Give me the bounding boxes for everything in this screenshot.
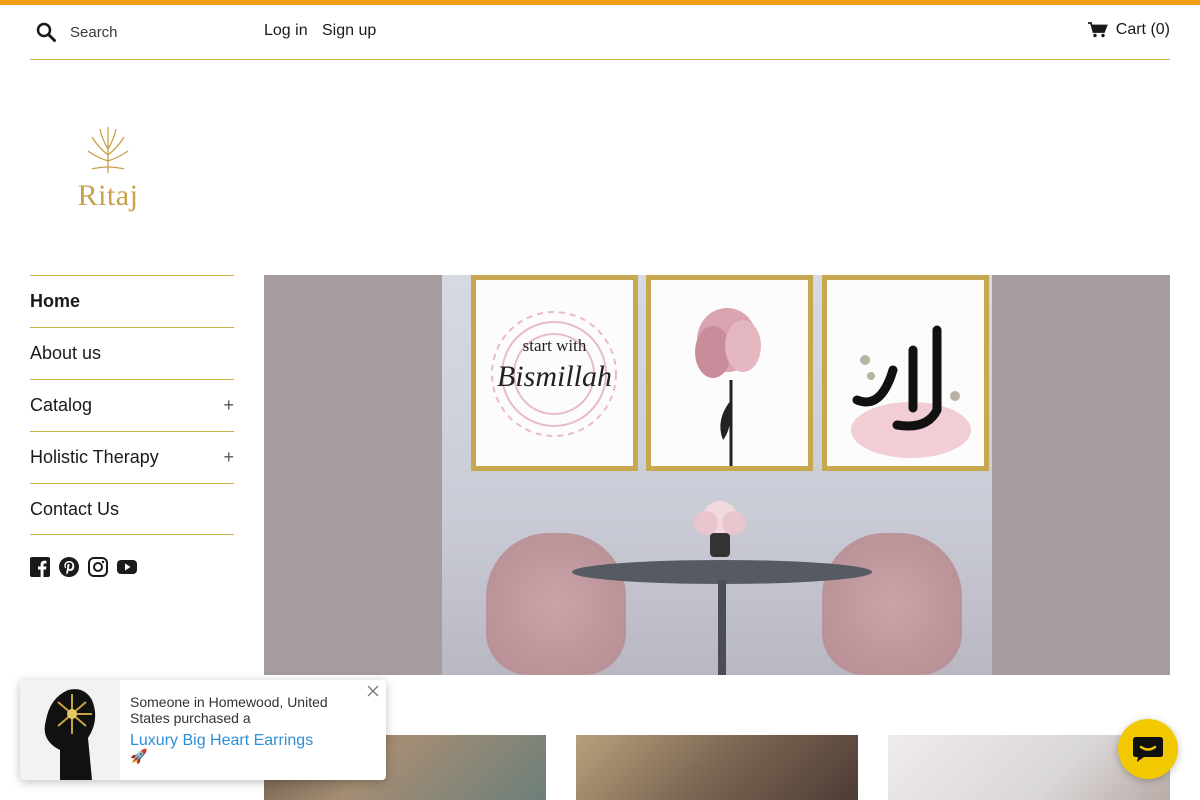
- social-links: [30, 557, 137, 577]
- wall-art-frame: [822, 275, 989, 471]
- pinterest-icon[interactable]: [59, 557, 79, 577]
- sidebar-item-catalog[interactable]: Catalog +: [30, 379, 234, 431]
- sidebar-item-label: Holistic Therapy: [30, 447, 159, 467]
- cart-label: Cart (0): [1115, 21, 1170, 38]
- search-input[interactable]: [70, 19, 250, 45]
- cart-link[interactable]: Cart (0): [1087, 21, 1170, 39]
- wall-art-frame: [646, 275, 813, 471]
- popup-product-link[interactable]: Luxury Big Heart Earrings: [130, 732, 313, 750]
- close-icon[interactable]: [366, 684, 380, 698]
- sidebar-item-contact-us[interactable]: Contact Us: [30, 483, 234, 535]
- popup-message: Someone in Homewood, United States purch…: [130, 694, 328, 726]
- wall-art-frame: start with Bismillah: [471, 275, 638, 471]
- instagram-icon[interactable]: [88, 557, 108, 577]
- tree-icon: [87, 127, 129, 173]
- flower-icon: [695, 308, 761, 466]
- youtube-icon[interactable]: [117, 557, 137, 577]
- sidebar-item-home[interactable]: Home: [30, 275, 234, 327]
- sidebar-item-about-us[interactable]: About us: [30, 327, 234, 379]
- sidebar-item-label: Home: [30, 291, 81, 311]
- chat-button[interactable]: [1118, 719, 1178, 779]
- expand-icon[interactable]: +: [223, 395, 234, 416]
- art-caption: start with: [522, 336, 587, 355]
- cart-icon: [1087, 22, 1108, 38]
- hero-banner[interactable]: start with Bismillah: [264, 275, 1170, 675]
- flowers-icon: [694, 501, 746, 557]
- product-card-image[interactable]: [576, 735, 858, 800]
- login-link[interactable]: Log in: [264, 22, 308, 40]
- sales-notification-popup[interactable]: Someone in Homewood, United States purch…: [20, 680, 386, 780]
- signup-link[interactable]: Sign up: [322, 22, 376, 40]
- search-icon[interactable]: [36, 22, 56, 42]
- calligraphy-icon: [851, 325, 971, 458]
- rocket-icon: 🚀: [130, 748, 148, 764]
- store-logo[interactable]: Ritaj: [62, 125, 154, 213]
- sidebar-item-label: Contact Us: [30, 498, 120, 519]
- hero-image: start with Bismillah: [442, 275, 992, 675]
- art-title: Bismillah: [496, 360, 612, 393]
- product-thumbnail: [20, 680, 120, 780]
- expand-icon[interactable]: +: [223, 447, 234, 468]
- facebook-icon[interactable]: [30, 557, 50, 577]
- header: Log in Sign up Cart (0): [30, 5, 1170, 60]
- chat-icon: [1133, 737, 1163, 762]
- sidebar-item-holistic-therapy[interactable]: Holistic Therapy +: [30, 431, 234, 483]
- table-leg: [718, 580, 726, 675]
- chair: [486, 533, 626, 675]
- sidebar-item-label: Catalog: [30, 395, 93, 415]
- sidebar-item-label: About us: [30, 343, 102, 363]
- logo-text: Ritaj: [77, 179, 139, 212]
- sidebar-menu: Home About us Catalog + Holistic Therapy…: [30, 275, 234, 535]
- chair: [822, 533, 962, 675]
